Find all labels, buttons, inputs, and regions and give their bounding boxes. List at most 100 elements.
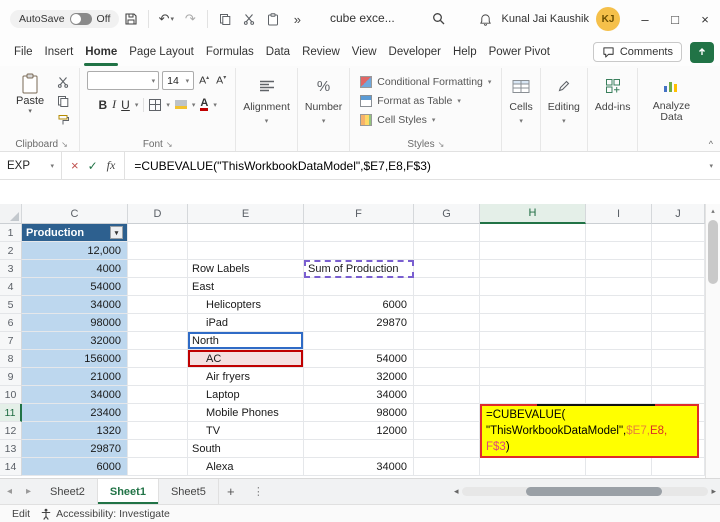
cell-g14[interactable]	[414, 458, 480, 476]
cell-j7[interactable]	[652, 332, 705, 350]
share-icon[interactable]	[690, 41, 714, 63]
cell-i8[interactable]	[586, 350, 652, 368]
cell-d5[interactable]	[128, 296, 188, 314]
cell-f7[interactable]	[304, 332, 414, 350]
cell-j5[interactable]	[652, 296, 705, 314]
cell-h10[interactable]	[480, 386, 586, 404]
comments-button[interactable]: Comments	[592, 42, 682, 62]
accessibility-status[interactable]: Accessibility: Investigate	[40, 508, 170, 520]
cell-i5[interactable]	[586, 296, 652, 314]
cell-d14[interactable]	[128, 458, 188, 476]
column-header-e[interactable]: E	[188, 204, 304, 224]
scroll-up-icon[interactable]: ▴	[706, 204, 720, 218]
paste-button[interactable]: Paste ▾	[11, 71, 49, 127]
autosave-switch[interactable]	[69, 13, 92, 25]
row-header-7[interactable]: 7	[0, 332, 22, 350]
number-button[interactable]: Number	[305, 101, 342, 113]
formula-bar-expand-icon[interactable]: ▾	[709, 162, 713, 170]
cell-d4[interactable]	[128, 278, 188, 296]
cell-e11[interactable]: Mobile Phones	[188, 404, 304, 422]
cell-h3[interactable]	[480, 260, 586, 278]
cell-d7[interactable]	[128, 332, 188, 350]
cell-e7[interactable]: North	[188, 332, 304, 350]
collapse-ribbon-icon[interactable]: ^	[709, 139, 713, 149]
vertical-scroll-thumb[interactable]	[708, 220, 718, 284]
cell-g3[interactable]	[414, 260, 480, 278]
font-size-select[interactable]: 14 ▾	[162, 71, 195, 90]
cell-e14[interactable]: Alexa	[188, 458, 304, 476]
column-header-f[interactable]: F	[304, 204, 414, 224]
cell-c1[interactable]: Production ▾	[22, 224, 128, 242]
name-box[interactable]: EXP ▾	[0, 152, 62, 179]
row-header-8[interactable]: 8	[0, 350, 22, 368]
row-header-12[interactable]: 12	[0, 422, 22, 440]
cell-h5[interactable]	[480, 296, 586, 314]
cell-c9[interactable]: 21000	[22, 368, 128, 386]
cell-j6[interactable]	[652, 314, 705, 332]
menu-tab-formulas[interactable]: Formulas	[200, 38, 260, 66]
cell-f8[interactable]: 54000	[304, 350, 414, 368]
cut-icon[interactable]	[238, 7, 260, 31]
row-header-1[interactable]: 1	[0, 224, 22, 242]
cell-i4[interactable]	[586, 278, 652, 296]
insert-function-icon[interactable]: fx	[107, 158, 116, 173]
cell-e5[interactable]: Helicopters	[188, 296, 304, 314]
borders-icon[interactable]	[149, 98, 162, 111]
cell-h6[interactable]	[480, 314, 586, 332]
save-icon[interactable]	[120, 7, 142, 31]
column-header-c[interactable]: C	[22, 204, 128, 224]
cell-h7[interactable]	[480, 332, 586, 350]
cell-g13[interactable]	[414, 440, 480, 458]
cell-d1[interactable]	[128, 224, 188, 242]
cell-f5[interactable]: 6000	[304, 296, 414, 314]
overflow-icon[interactable]: »	[286, 7, 308, 31]
filter-icon[interactable]: ▾	[110, 226, 123, 239]
cell-c12[interactable]: 1320	[22, 422, 128, 440]
alignment-button[interactable]: Alignment	[243, 101, 290, 113]
horizontal-scroll-thumb[interactable]	[525, 487, 662, 496]
cell-f2[interactable]	[304, 242, 414, 260]
menu-tab-view[interactable]: View	[346, 38, 383, 66]
cell-j1[interactable]	[652, 224, 705, 242]
cell-c3[interactable]: 4000	[22, 260, 128, 278]
menu-tab-home[interactable]: Home	[79, 38, 123, 66]
cell-f10[interactable]: 34000	[304, 386, 414, 404]
cell-j14[interactable]	[652, 458, 705, 476]
sheet-tab-sheet2[interactable]: Sheet2	[38, 479, 98, 504]
column-header-i[interactable]: I	[586, 204, 652, 224]
cell-d2[interactable]	[128, 242, 188, 260]
cell-g9[interactable]	[414, 368, 480, 386]
search-icon[interactable]	[432, 12, 445, 30]
row-header-6[interactable]: 6	[0, 314, 22, 332]
cell-c5[interactable]: 34000	[22, 296, 128, 314]
cell-c14[interactable]: 6000	[22, 458, 128, 476]
column-header-j[interactable]: J	[652, 204, 705, 224]
cell-f1[interactable]	[304, 224, 414, 242]
cell-h2[interactable]	[480, 242, 586, 260]
dialog-launcher-icon[interactable]: ↘	[166, 140, 173, 149]
cut-button[interactable]	[54, 74, 72, 89]
copy-button[interactable]	[54, 93, 72, 108]
cell-c2[interactable]: 12,000	[22, 242, 128, 260]
cell-e12[interactable]: TV	[188, 422, 304, 440]
column-header-d[interactable]: D	[128, 204, 188, 224]
cell-i3[interactable]	[586, 260, 652, 278]
cell-e4[interactable]: East	[188, 278, 304, 296]
formula-input[interactable]: =CUBEVALUE("ThisWorkbookDataModel",$E7,E…	[125, 159, 440, 173]
cell-i9[interactable]	[586, 368, 652, 386]
cell-f3[interactable]: Sum of Production	[304, 260, 414, 278]
cell-e1[interactable]	[188, 224, 304, 242]
cell-h4[interactable]	[480, 278, 586, 296]
cell-c8[interactable]: 156000	[22, 350, 128, 368]
dialog-launcher-icon[interactable]: ↘	[438, 140, 445, 149]
vertical-scrollbar[interactable]: ▴	[705, 204, 720, 478]
menu-tab-help[interactable]: Help	[447, 38, 483, 66]
addins-button[interactable]: Add-ins	[595, 101, 631, 113]
enter-icon[interactable]: ✓	[88, 159, 98, 173]
cell-j9[interactable]	[652, 368, 705, 386]
cell-c7[interactable]: 32000	[22, 332, 128, 350]
analyze-data-button[interactable]: Analyze Data	[645, 101, 697, 123]
menu-tab-file[interactable]: File	[8, 38, 39, 66]
cell-d13[interactable]	[128, 440, 188, 458]
cell-e3[interactable]: Row Labels	[188, 260, 304, 278]
